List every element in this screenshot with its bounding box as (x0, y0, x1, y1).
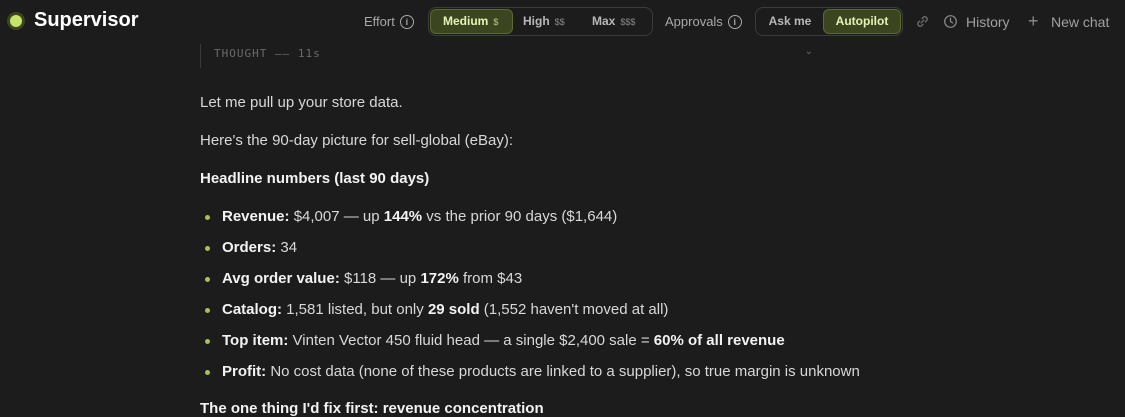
list-item-key: Top item: (222, 332, 289, 349)
effort-option-high[interactable]: High $$ (523, 9, 583, 34)
new-chat-button[interactable]: New chat (1051, 14, 1109, 30)
approvals-selector: Ask me Autopilot (755, 7, 903, 36)
thought-duration: 11s (297, 47, 321, 60)
thought-label: THOUGHT (214, 47, 268, 60)
effort-option-medium[interactable]: Medium $ (430, 9, 513, 34)
message-intro: Let me pull up your store data. (200, 94, 403, 111)
bullet-icon (205, 339, 210, 344)
bullet-icon (205, 308, 210, 313)
info-icon[interactable]: i (727, 14, 742, 29)
list-item-key: Avg order value: (222, 270, 340, 287)
chevron-down-icon[interactable]: ⌄ (805, 46, 813, 57)
approvals-option-ask-me[interactable]: Ask me (757, 9, 823, 34)
cost-indicator: $ (493, 17, 499, 27)
list-item-text: Profit: No cost data (none of these prod… (222, 363, 860, 380)
next-section-heading: The one thing I'd fix first: revenue con… (200, 400, 544, 417)
effort-option-label: Max (592, 14, 616, 28)
approvals-label: Approvals i (665, 14, 742, 29)
thought-header: THOUGHT —— 11s (214, 47, 321, 60)
cost-indicator: $$$ (620, 17, 636, 27)
emphasis-text: 60% of all revenue (653, 332, 785, 349)
history-link[interactable]: History (966, 14, 1010, 30)
bullet-icon (205, 215, 210, 220)
thought-collapsible[interactable]: THOUGHT —— 11s ⌄ (200, 44, 813, 68)
list-item-text: Avg order value: $118 — up 172% from $43 (222, 270, 523, 287)
top-bar: Supervisor Effort i Medium $ High $$ Max $$… (0, 0, 1125, 44)
effort-option-max[interactable]: Max $$$ (592, 9, 652, 34)
list-item-key: Catalog: (222, 301, 282, 318)
emphasis-text: 172% (420, 270, 459, 287)
effort-selector: Medium $ High $$ Max $$$ (428, 7, 653, 36)
thought-separator: —— (274, 47, 291, 60)
emphasis-text: 29 sold (427, 301, 480, 318)
list-item-text: Revenue: $4,007 — up 144% vs the prior 9… (222, 208, 618, 225)
history-icon[interactable] (943, 14, 958, 29)
bullet-icon (205, 370, 210, 375)
list-item-text: Catalog: 1,581 listed, but only 29 sold … (222, 301, 669, 318)
list-item-key: Orders: (222, 239, 277, 256)
effort-label: Effort i (364, 14, 414, 29)
info-icon[interactable]: i (399, 14, 414, 29)
cost-indicator: $$ (554, 17, 565, 27)
plus-icon[interactable]: + (1028, 11, 1039, 32)
bullet-icon (205, 277, 210, 282)
approvals-label-text: Approvals (665, 14, 723, 29)
brand: Supervisor (10, 9, 138, 32)
status-dot-icon (10, 14, 22, 27)
effort-option-label: Medium (443, 14, 489, 28)
link-icon[interactable] (915, 14, 930, 29)
bullet-icon (205, 246, 210, 251)
message-summary: Here's the 90-day picture for sell-globa… (200, 132, 514, 149)
list-item-text: Top item: Vinten Vector 450 fluid head —… (222, 332, 785, 349)
list-item-key: Revenue: (222, 208, 290, 225)
list-item-key: Profit: (222, 363, 267, 380)
emphasis-text: 144% (383, 208, 423, 225)
app-title: Supervisor (34, 9, 139, 31)
section-heading: Headline numbers (last 90 days) (200, 170, 430, 187)
list-item-text: Orders: 34 (222, 239, 298, 256)
effort-label-text: Effort (364, 14, 395, 29)
approvals-option-autopilot[interactable]: Autopilot (823, 9, 901, 34)
effort-option-label: High (523, 14, 550, 28)
